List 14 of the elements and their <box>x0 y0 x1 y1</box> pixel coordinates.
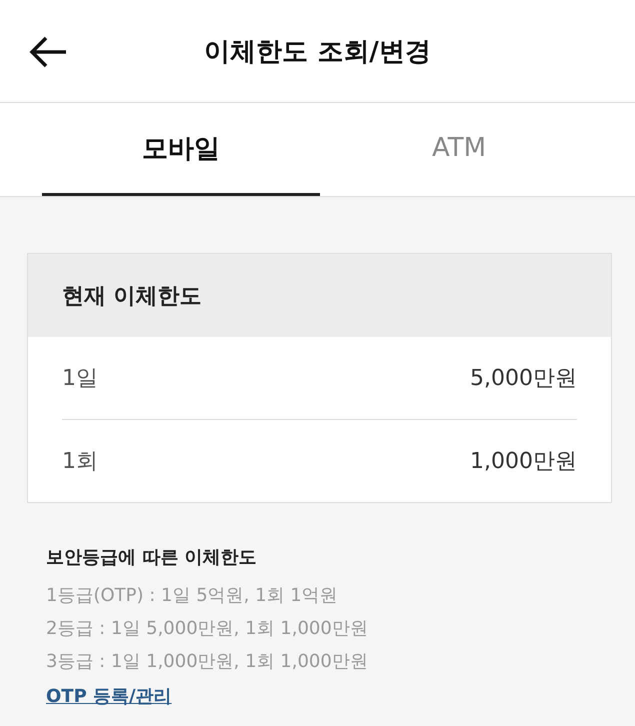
info-line: 3등급 : 1일 1,000만원, 1회 1,000만원 <box>46 650 369 674</box>
page-title: 이체한도 조회/변경 <box>204 36 431 68</box>
otp-link[interactable]: OTP 등록/관리 <box>46 684 172 708</box>
info-line: 1등급(OTP) : 1일 5억원, 1회 1억원 <box>46 584 339 608</box>
tab[interactable]: 모바일 <box>42 103 320 196</box>
limit-label: 1일 <box>62 365 98 393</box>
card-title: 현재 이체한도 <box>62 282 202 310</box>
limit-value: 5,000만원 <box>470 365 577 393</box>
info-title: 보안등급에 따른 이체한도 <box>46 546 258 569</box>
limit-value: 1,000만원 <box>470 448 577 476</box>
back-arrow-icon[interactable] <box>28 35 68 69</box>
info-line: 2등급 : 1일 5,000만원, 1회 1,000만원 <box>46 617 369 641</box>
tab[interactable]: ATM <box>320 103 598 196</box>
limit-label: 1회 <box>62 448 98 476</box>
